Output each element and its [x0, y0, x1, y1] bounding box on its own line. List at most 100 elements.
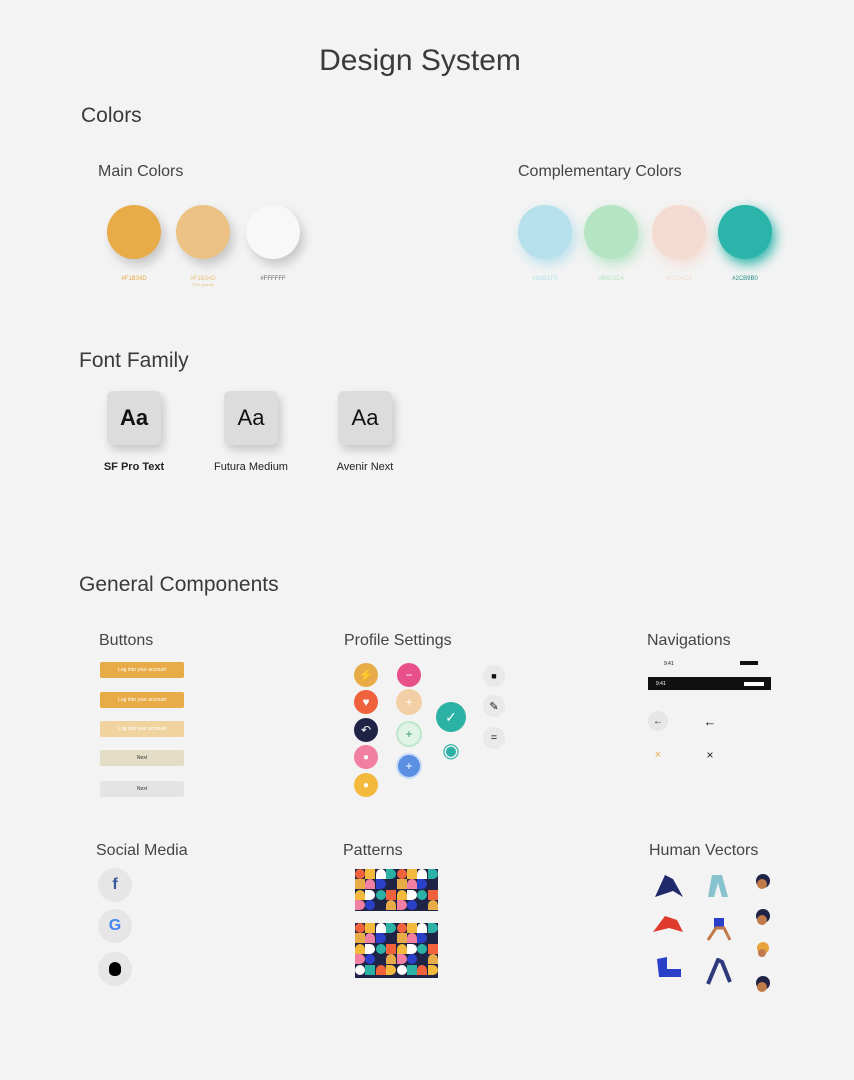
pattern-tile: [407, 879, 417, 890]
pattern-tile: [365, 869, 376, 879]
pattern-tile: [386, 900, 397, 911]
back-icon[interactable]: ↶: [354, 718, 378, 742]
font-sample-futura: Aa: [224, 391, 278, 445]
close-icon[interactable]: ×: [700, 745, 720, 765]
pattern-tile: [396, 923, 407, 933]
pattern-tile: [365, 943, 376, 954]
pattern-tile: [355, 869, 365, 879]
human-head-3: [753, 940, 771, 962]
pattern-tile: [386, 889, 397, 900]
main-color-note: 70% opacity: [192, 282, 214, 287]
font-name-avenir: Avenir Next: [336, 461, 394, 473]
human-vector-3: [651, 912, 685, 938]
component-button[interactable]: Log into your account: [100, 692, 184, 708]
status-time: 9:41: [664, 661, 674, 667]
page-title: Design System: [319, 44, 521, 77]
font-name-sf-pro: SF Pro Text: [103, 461, 165, 473]
bag-icon[interactable]: ■: [483, 665, 505, 687]
pattern-tile: [427, 889, 438, 900]
font-sample-avenir: Aa: [338, 391, 392, 445]
pattern-tile: [386, 923, 397, 933]
minus-icon[interactable]: −: [397, 663, 421, 687]
pattern-tile: [417, 889, 428, 900]
edit-icon[interactable]: ✎: [483, 695, 505, 717]
complementary-color-swatch: [518, 205, 572, 259]
human-vector-5: [653, 955, 683, 981]
pattern-tile: [375, 879, 386, 890]
human-head-1: [753, 873, 771, 893]
component-button[interactable]: Next: [100, 781, 184, 797]
back-arrow-button-circle[interactable]: ←: [648, 711, 668, 731]
social-media-heading: Social Media: [96, 842, 188, 859]
component-button[interactable]: Log into your account: [100, 721, 184, 737]
pattern-tile: [375, 900, 386, 911]
main-color-swatch: [246, 205, 300, 259]
pattern-tile: [355, 923, 365, 933]
pattern-tile: [365, 923, 376, 933]
pattern-tile: [427, 879, 438, 890]
pattern-tile: [355, 964, 365, 975]
pattern-tile: [417, 923, 428, 933]
general-components-heading: General Components: [79, 573, 279, 596]
facebook-icon[interactable]: f: [98, 868, 132, 902]
pattern-tile: [355, 954, 365, 965]
google-icon[interactable]: G: [98, 909, 132, 943]
pattern-tile: [375, 923, 386, 933]
user-icon[interactable]: ●: [354, 773, 378, 797]
pattern-tile: [365, 879, 376, 890]
pattern-tile: [396, 869, 407, 879]
add-green-icon[interactable]: +: [396, 721, 422, 747]
pattern-tile: [355, 889, 365, 900]
status-bar-light: 9:41: [648, 658, 771, 670]
pattern-tile: [417, 879, 428, 890]
component-button[interactable]: Log into your account: [100, 662, 184, 678]
pattern-tile: [396, 889, 407, 900]
patterns-heading: Patterns: [343, 842, 403, 859]
colors-heading: Colors: [81, 104, 142, 127]
pattern-tile: [427, 869, 438, 879]
pattern-tile: [417, 964, 428, 975]
pattern-tile: [355, 879, 365, 890]
font-sample-sf-pro: Aa: [107, 391, 161, 445]
main-color-hex: #F1B34D: [121, 276, 147, 282]
pattern-tile: [396, 943, 407, 954]
pattern-tile: [417, 900, 428, 911]
add-blue-icon[interactable]: +: [396, 753, 422, 779]
status-bar-dark: 9:41: [648, 677, 771, 690]
pattern-tile: [407, 933, 417, 944]
pattern-1: [355, 869, 438, 911]
pattern-tile: [386, 954, 397, 965]
plus-icon[interactable]: +: [396, 689, 422, 715]
check-icon[interactable]: ✓: [436, 702, 466, 732]
eye-icon[interactable]: ◉: [434, 738, 468, 762]
pattern-tile: [407, 900, 417, 911]
pattern-tile: [427, 943, 438, 954]
pattern-tile: [417, 943, 428, 954]
pattern-tile: [386, 964, 397, 975]
pattern-tile: [396, 879, 407, 890]
bolt-icon[interactable]: ⚡: [354, 663, 378, 687]
pattern-tile: [417, 933, 428, 944]
human-vectors-heading: Human Vectors: [649, 842, 759, 859]
pattern-tile: [375, 889, 386, 900]
human-head-2: [753, 908, 773, 928]
pattern-tile: [355, 943, 365, 954]
component-button[interactable]: Next: [100, 750, 184, 766]
record-icon[interactable]: ●: [354, 745, 378, 769]
main-color-swatch: [107, 205, 161, 259]
heart-icon[interactable]: ♥: [354, 690, 378, 714]
pattern-tile: [375, 954, 386, 965]
pattern-tile: [365, 964, 376, 975]
back-arrow-button[interactable]: ←: [700, 711, 720, 731]
status-icons-dark: [744, 682, 764, 686]
complementary-color-swatch: [718, 205, 772, 259]
pattern-tile: [386, 943, 397, 954]
pattern-tile: [396, 964, 407, 975]
close-icon-orange[interactable]: ×: [648, 745, 668, 765]
pattern-tile: [407, 964, 417, 975]
pattern-tile: [407, 943, 417, 954]
menu-icon[interactable]: =: [483, 727, 505, 749]
main-color-hex: #FFFFFF: [260, 276, 286, 282]
apple-icon[interactable]: [98, 952, 132, 986]
pattern-tile: [407, 923, 417, 933]
